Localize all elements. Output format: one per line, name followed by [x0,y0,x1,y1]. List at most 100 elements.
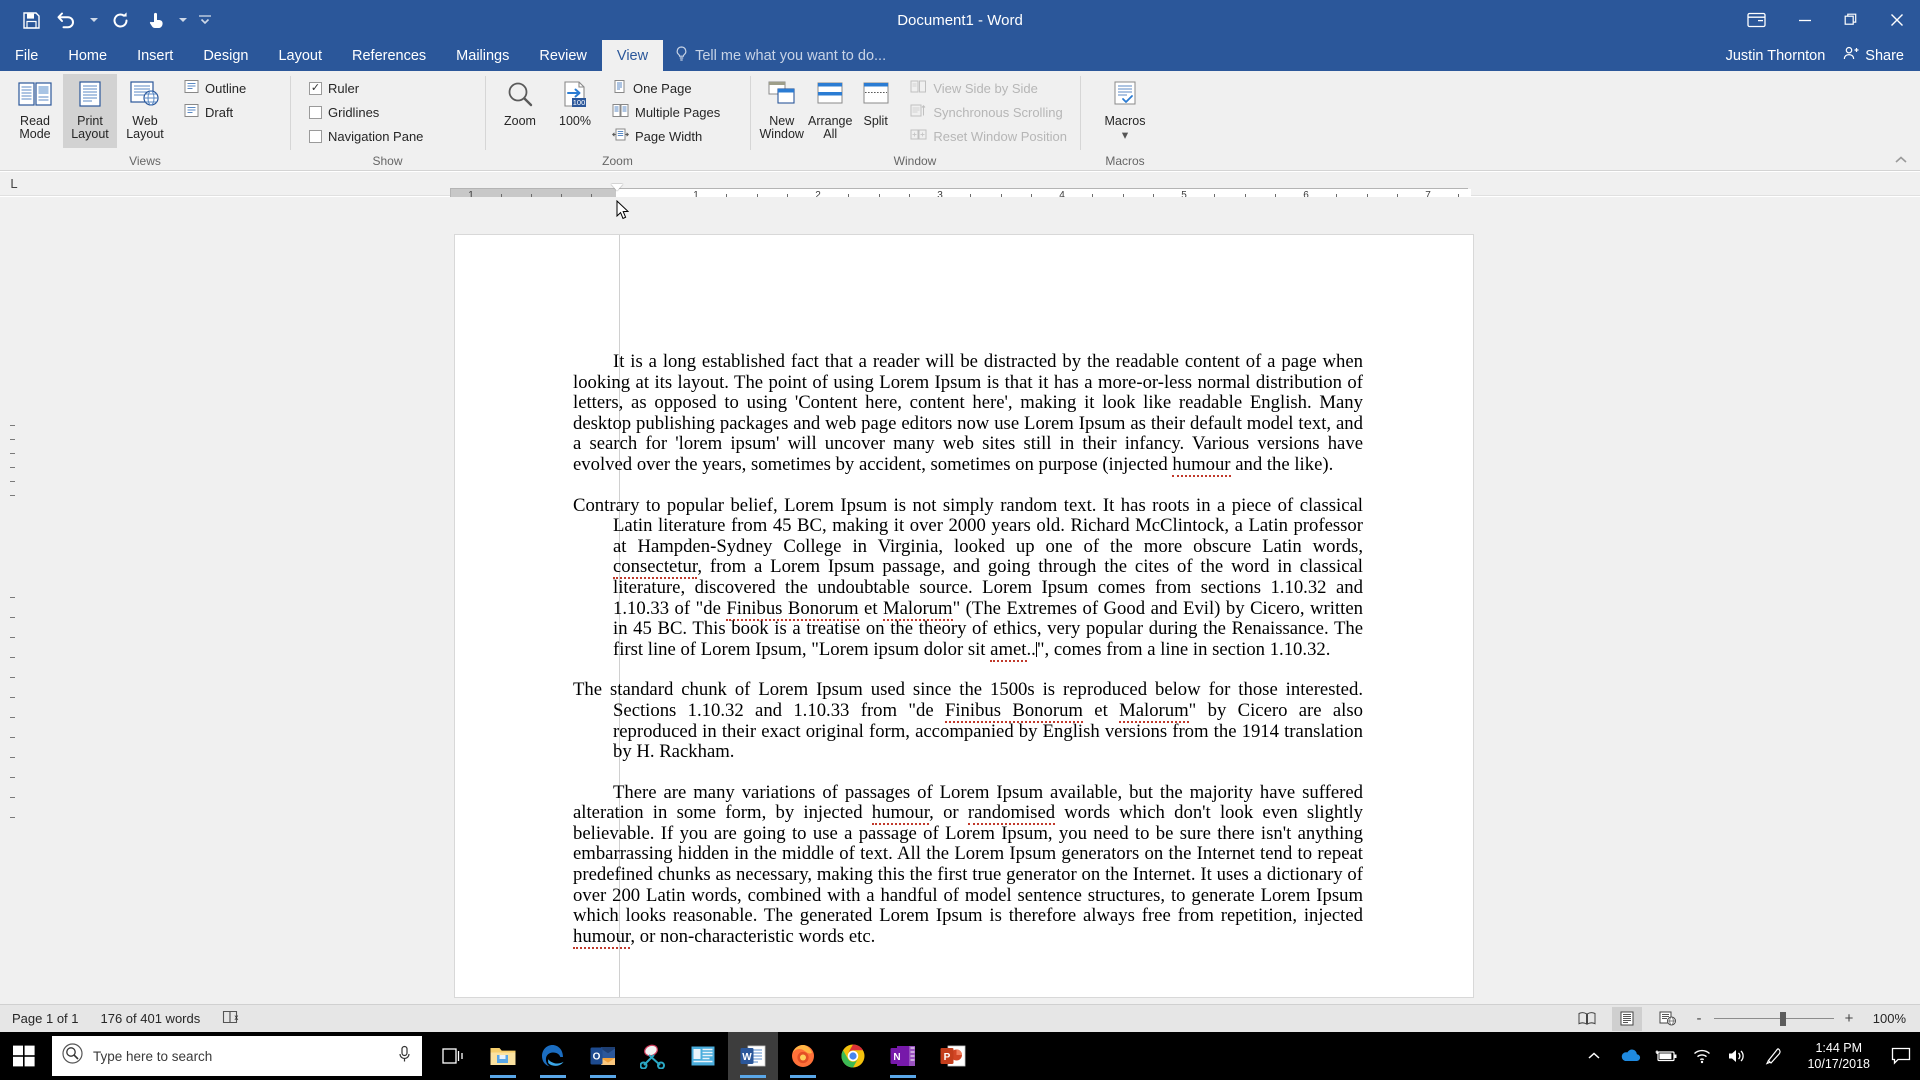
tab-review[interactable]: Review [524,40,602,71]
ribbon-group-macros: Macros ▾ Macros [1080,71,1170,170]
restore-button[interactable] [1828,0,1874,40]
web-layout-button[interactable]: Web Layout [118,74,172,148]
multiple-pages-button[interactable]: Multiple Pages [607,101,725,123]
document-page[interactable]: It is a long established fact that a rea… [455,235,1473,997]
firefox-icon[interactable] [778,1032,828,1080]
split-button[interactable]: Split [855,74,896,148]
paragraph-3[interactable]: The standard chunk of Lorem Ipsum used s… [573,679,1363,762]
document-workspace[interactable]: It is a long established fact that a rea… [0,197,1920,1004]
arrange-all-label-2: All [823,127,838,141]
spelling-error: randomised [967,802,1056,826]
user-name[interactable]: Justin Thornton [1726,48,1826,64]
minimize-button[interactable] [1782,0,1828,40]
touch-mode-dropdown-icon[interactable] [175,4,190,36]
proofing-errors-icon[interactable]: x [222,1009,240,1028]
navigation-pane-checkbox-row[interactable]: Navigation Pane [304,125,428,147]
new-window-button[interactable]: New Window [758,74,805,148]
task-view-icon[interactable] [428,1032,478,1080]
outline-button[interactable]: Outline [179,77,251,99]
zoom-out-button[interactable]: - [1692,1010,1706,1027]
action-center-icon[interactable] [1882,1032,1920,1080]
document-body[interactable]: It is a long established fact that a rea… [573,351,1363,967]
gridlines-label: Gridlines [328,104,380,120]
redo-icon[interactable] [103,4,137,36]
paragraph-2[interactable]: Contrary to popular belief, Lorem Ipsum … [573,495,1363,662]
microphone-icon[interactable] [397,1045,412,1068]
file-explorer-icon[interactable] [478,1032,528,1080]
start-button[interactable] [0,1032,48,1080]
draft-button[interactable]: Draft [179,101,251,123]
paragraph-4[interactable]: There are many variations of passages of… [573,782,1363,949]
chrome-icon[interactable] [828,1032,878,1080]
paragraph-1[interactable]: It is a long established fact that a rea… [573,351,1363,477]
tab-insert[interactable]: Insert [122,40,188,71]
save-icon[interactable] [14,4,48,36]
battery-icon[interactable] [1649,1032,1683,1080]
collapse-ribbon-icon[interactable] [1894,153,1908,168]
taskbar-clock[interactable]: 1:44 PM 10/17/2018 [1795,1032,1882,1080]
tab-design[interactable]: Design [188,40,263,71]
macros-dropdown-icon[interactable]: ▾ [1122,129,1128,142]
one-page-button[interactable]: One Page [607,77,725,99]
tell-me-box[interactable]: Tell me what you want to do... [663,40,898,71]
undo-dropdown-icon[interactable] [86,4,101,36]
first-line-indent-marker[interactable] [611,184,623,191]
draft-icon [184,103,199,121]
taskbar-items: O W N P [428,1032,978,1080]
reset-window-position-button: Reset Window Position [905,125,1072,147]
page-width-button[interactable]: Page Width [607,125,725,147]
snip-sketch-icon[interactable] [628,1032,678,1080]
close-button[interactable] [1874,0,1920,40]
zoom-in-button[interactable]: + [1842,1010,1856,1027]
zoom-button[interactable]: Zoom [493,74,547,148]
spelling-error: humour [871,802,930,826]
show-hidden-icons-icon[interactable] [1577,1032,1611,1080]
sticky-notes-icon[interactable] [678,1032,728,1080]
customize-qat-icon[interactable] [192,4,218,36]
synchronous-scrolling-button: Synchronous Scrolling [905,101,1072,123]
zoom-slider[interactable]: - + [1692,1010,1856,1027]
powerpoint-icon[interactable]: P [928,1032,978,1080]
arrange-all-button[interactable]: Arrange All [806,74,853,148]
touch-mode-icon[interactable] [139,4,173,36]
zoom-level[interactable]: 100% [1866,1011,1906,1026]
word-count[interactable]: 176 of 401 words [101,1011,201,1026]
read-mode-button[interactable]: Read Mode [8,74,62,148]
tab-references[interactable]: References [337,40,441,71]
zoom-track[interactable] [1714,1011,1834,1026]
volume-icon[interactable] [1721,1032,1755,1080]
onenote-icon[interactable]: N [878,1032,928,1080]
word-icon[interactable]: W [728,1032,778,1080]
page-indicator[interactable]: Page 1 of 1 [12,1011,79,1026]
network-icon[interactable] [1685,1032,1719,1080]
print-layout-button[interactable]: Print Layout [63,74,117,148]
tab-stop-selector[interactable]: L [0,172,28,196]
tab-file[interactable]: File [0,40,54,71]
tab-mailings[interactable]: Mailings [441,40,524,71]
outlook-icon[interactable]: O [578,1032,628,1080]
gridlines-checkbox[interactable] [309,105,322,119]
navigation-pane-checkbox[interactable] [309,129,322,143]
zoom-thumb[interactable] [1780,1011,1786,1026]
vertical-ruler-lower [6,597,20,897]
tab-home[interactable]: Home [53,40,122,71]
zoom-100-button[interactable]: 100 100% [548,74,602,148]
macros-button[interactable]: Macros ▾ [1094,74,1156,148]
gridlines-checkbox-row[interactable]: Gridlines [304,101,428,123]
tab-layout[interactable]: Layout [263,40,337,71]
undo-icon[interactable] [50,4,84,36]
read-mode-view-button[interactable] [1572,1007,1602,1031]
spelling-error: Finibus Bonorum [944,699,1083,723]
print-layout-view-button[interactable] [1612,1006,1642,1031]
share-button[interactable]: Share [1843,46,1904,65]
ruler-checkbox[interactable]: ✓ [309,81,322,95]
web-layout-label-2: Layout [126,127,164,141]
tab-view[interactable]: View [601,40,664,71]
ribbon-display-options-icon[interactable] [1730,0,1782,40]
microsoft-edge-icon[interactable] [528,1032,578,1080]
pen-icon[interactable] [1757,1032,1791,1080]
web-layout-view-button[interactable] [1652,1007,1682,1031]
onedrive-icon[interactable] [1613,1032,1647,1080]
ruler-checkbox-row[interactable]: ✓ Ruler [304,77,428,99]
search-input[interactable]: Type here to search [52,1036,422,1076]
